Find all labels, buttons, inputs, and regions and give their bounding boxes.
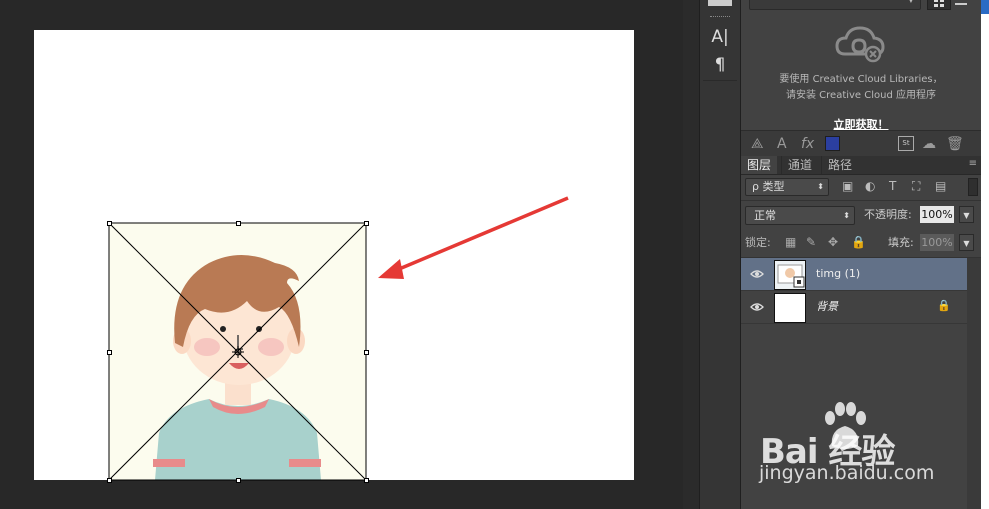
stepper-icon: ⬍ xyxy=(843,211,850,220)
transform-handle-top-left[interactable] xyxy=(107,221,112,226)
watermark-url: jingyan.baidu.com xyxy=(759,462,935,484)
fill-input[interactable]: 100% xyxy=(920,234,954,251)
layer-thumbnail xyxy=(774,260,806,290)
dock-grip[interactable] xyxy=(710,16,730,19)
filter-kind-label: ρ 类型 xyxy=(752,180,785,193)
lock-icon: 🔒 xyxy=(937,299,951,312)
placed-image-boy[interactable] xyxy=(109,223,366,480)
paragraph-panel-button[interactable]: ¶ xyxy=(708,54,732,76)
edge-accent xyxy=(981,0,989,14)
transform-handle-bottom[interactable] xyxy=(236,478,241,483)
trash-icon[interactable]: 🗑 xyxy=(946,135,964,153)
lock-image-icon[interactable]: ✎ xyxy=(806,234,816,251)
libraries-message-line2: 请安装 Creative Cloud 应用程序 xyxy=(785,90,937,101)
tab-channels[interactable]: 通道 xyxy=(781,156,818,174)
stepper-icon: ⬍ xyxy=(817,182,824,191)
layer-name[interactable]: timg (1) xyxy=(816,258,860,290)
fill-label: 填充: xyxy=(888,236,914,249)
eye-icon[interactable] xyxy=(750,268,764,280)
filter-kind-select[interactable]: ρ 类型 ⬍ xyxy=(745,178,829,196)
dock-divider xyxy=(703,80,737,81)
layers-scrollbar[interactable] xyxy=(967,258,981,509)
eye-icon[interactable] xyxy=(750,301,764,313)
libraries-message-line1: 要使用 Creative Cloud Libraries， xyxy=(779,74,943,85)
type-filter-icon[interactable]: T xyxy=(889,179,896,193)
adobe-stock-icon[interactable]: St xyxy=(898,136,914,151)
creative-cloud-icon xyxy=(835,26,885,63)
smart-object-filter-icon[interactable]: ▤ xyxy=(935,179,946,193)
panel-menu-icon[interactable]: ≡ xyxy=(969,158,977,169)
tab-layers[interactable]: 图层 xyxy=(741,156,778,174)
layer-name[interactable]: 背景 xyxy=(816,291,838,323)
boy-illustration xyxy=(153,255,321,480)
opacity-dropdown-button[interactable]: ▼ xyxy=(959,206,974,223)
grid-icon xyxy=(934,0,944,7)
fill-dropdown-button[interactable]: ▼ xyxy=(959,234,974,251)
lock-transparent-icon[interactable]: ▦ xyxy=(785,234,796,251)
panel-icon-dock: A| ¶ xyxy=(699,0,741,509)
dock-scroll-indicator xyxy=(708,0,732,6)
filter-toggle[interactable] xyxy=(968,178,978,196)
adjacent-window-edge xyxy=(981,0,989,509)
lock-label: 锁定: xyxy=(745,236,771,249)
add-layer-style-icon[interactable]: fx xyxy=(801,135,814,153)
blend-mode-select[interactable]: 正常 ⬍ xyxy=(745,206,855,225)
baidu-paw-icon xyxy=(825,402,866,449)
chevron-down-icon: ▼ xyxy=(908,0,914,4)
lock-all-icon[interactable]: 🔒 xyxy=(851,234,866,251)
list-icon xyxy=(955,3,967,5)
shape-filter-icon[interactable]: ⛶ xyxy=(912,179,920,194)
adjustment-filter-icon[interactable]: ◐ xyxy=(865,179,875,193)
transform-handle-bottom-left[interactable] xyxy=(107,478,112,483)
cloud-sync-icon[interactable]: ☁ xyxy=(922,135,936,153)
blend-mode-value: 正常 xyxy=(754,209,776,222)
pixel-filter-icon[interactable]: ▣ xyxy=(842,179,853,193)
layer-filter-row: ρ 类型 ⬍ ▣ ◐ T ⛶ ▤ xyxy=(741,176,981,198)
divider xyxy=(741,200,981,201)
lock-position-icon[interactable]: ✥ xyxy=(828,234,838,251)
libraries-toolbar: ⟁ A fx St ☁ 🗑 xyxy=(741,130,981,158)
add-graphic-icon[interactable]: ⟁ xyxy=(751,135,764,153)
opacity-input[interactable]: 100% xyxy=(920,206,954,223)
transform-handle-left[interactable] xyxy=(107,350,112,355)
transform-handle-top[interactable] xyxy=(236,221,241,226)
panel-gap xyxy=(683,0,699,509)
library-dropdown[interactable]: ▼ xyxy=(749,0,921,10)
transform-handle-top-right[interactable] xyxy=(364,221,369,226)
list-view-button[interactable] xyxy=(953,0,969,8)
layer-row-timg[interactable]: timg (1) xyxy=(741,258,967,291)
add-character-style-icon[interactable]: A xyxy=(777,135,787,153)
transform-handle-right[interactable] xyxy=(364,350,369,355)
character-panel-button[interactable]: A| xyxy=(708,26,732,48)
opacity-label: 不透明度: xyxy=(864,208,912,221)
transform-handle-bottom-right[interactable] xyxy=(364,478,369,483)
tab-paths[interactable]: 路径 xyxy=(821,156,858,174)
layers-panel-tabs: 图层 通道 路径 ≡ xyxy=(741,156,981,175)
add-color-swatch[interactable] xyxy=(825,136,840,151)
layer-row-background[interactable]: 背景 🔒 xyxy=(741,291,967,324)
smart-object-thumb xyxy=(777,264,805,288)
grid-view-button[interactable] xyxy=(927,0,951,10)
layer-thumbnail xyxy=(774,293,806,323)
